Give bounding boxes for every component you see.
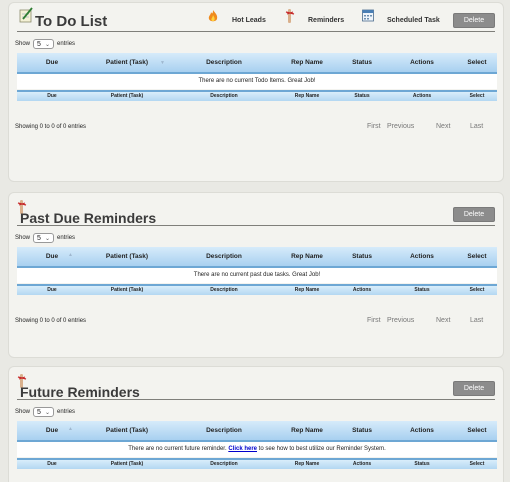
column-header-status[interactable]: Status	[337, 53, 387, 72]
chevron-down-icon: ⌄	[44, 409, 51, 416]
footer-due: Due	[47, 287, 57, 293]
column-header-patient[interactable]: Patient (Task)	[87, 53, 167, 72]
column-header-select[interactable]: Select	[457, 247, 497, 266]
column-header-select[interactable]: Select	[457, 53, 497, 72]
column-header-status[interactable]: Status	[337, 421, 387, 440]
footer-patient: Patient (Task)	[110, 93, 144, 99]
pager-previous[interactable]: Previous	[387, 317, 414, 324]
calendar-icon[interactable]	[362, 9, 374, 27]
empty-table-message: There are no current Todo Items. Great J…	[17, 74, 497, 89]
column-header-due[interactable]: Due	[17, 247, 87, 266]
notepad-pencil-icon	[19, 7, 33, 28]
sort-asc-icon: ▲	[68, 252, 73, 258]
entries-label: entries	[57, 235, 76, 241]
column-header-rep-name[interactable]: Rep Name	[272, 421, 342, 440]
column-header-patient[interactable]: Patient (Task)	[87, 247, 167, 266]
empty-table-message: There are no current future reminder. Cl…	[17, 442, 497, 457]
footer-status: Status	[414, 287, 430, 293]
sort-asc-icon: ▲	[68, 426, 73, 432]
table-info: Showing 0 to 0 of 0 entries	[15, 318, 87, 324]
footer-rep-name: Rep Name	[294, 287, 320, 293]
fire-icon[interactable]	[207, 9, 219, 28]
footer-description: Description	[210, 93, 238, 99]
footer-due: Due	[47, 93, 57, 99]
delete-button[interactable]: Delete	[453, 13, 495, 28]
footer-status: Status	[354, 93, 370, 99]
pager-previous[interactable]: Previous	[387, 123, 414, 130]
pager-last[interactable]: Last	[470, 123, 483, 130]
pager-first[interactable]: First	[367, 317, 381, 324]
footer-description: Description	[210, 461, 238, 467]
column-header-rep-name[interactable]: Rep Name	[272, 247, 342, 266]
column-header-description[interactable]: Description	[179, 247, 269, 266]
empty-table-message: There are no current past due tasks. Gre…	[17, 268, 497, 283]
divider	[17, 399, 495, 400]
section-title: Future Reminders	[20, 384, 140, 400]
section-title: Past Due Reminders	[20, 210, 157, 226]
entries-select[interactable]: 5 ⌄	[33, 407, 55, 417]
entries-length-control: Show 5 ⌄ entries	[15, 39, 75, 49]
footer-select: Select	[469, 93, 485, 99]
divider	[17, 225, 495, 226]
sort-desc-icon: ▼	[160, 60, 165, 66]
page-title: To Do List	[35, 13, 108, 30]
footer-patient: Patient (Task)	[110, 287, 144, 293]
footer-rep-name: Rep Name	[294, 461, 320, 467]
reminder-help-link[interactable]: Click here	[228, 446, 257, 452]
table-footer: Due Patient (Task) Description Rep Name …	[17, 284, 497, 295]
column-header-description[interactable]: Description	[179, 421, 269, 440]
table-info: Showing 0 to 0 of 0 entries	[15, 124, 87, 130]
footer-status: Status	[414, 461, 430, 467]
delete-button[interactable]: Delete	[453, 207, 495, 222]
footer-select: Select	[469, 287, 485, 293]
column-header-due[interactable]: Due	[17, 421, 87, 440]
column-header-actions[interactable]: Actions	[392, 53, 452, 72]
table-footer: Due Patient (Task) Description Rep Name …	[17, 90, 497, 101]
table-header: Due ▲ Patient (Task) Description Rep Nam…	[17, 247, 497, 268]
column-header-status[interactable]: Status	[337, 247, 387, 266]
entries-length-control: Show 5 ⌄ entries	[15, 233, 75, 243]
column-header-description[interactable]: Description	[179, 53, 269, 72]
footer-patient: Patient (Task)	[110, 461, 144, 467]
divider	[17, 31, 495, 32]
entries-label: entries	[57, 409, 76, 415]
entries-length-control: Show 5 ⌄ entries	[15, 407, 75, 417]
show-label: Show	[15, 409, 31, 415]
footer-actions: Actions	[352, 287, 372, 293]
show-label: Show	[15, 41, 31, 47]
chevron-down-icon: ⌄	[44, 235, 51, 242]
column-header-actions[interactable]: Actions	[392, 247, 452, 266]
entries-label: entries	[57, 41, 76, 47]
scheduled-task-link[interactable]: Scheduled Task	[387, 17, 440, 24]
footer-select: Select	[469, 461, 485, 467]
footer-actions: Actions	[412, 93, 432, 99]
table-header: Due ▲ Patient (Task) Description Rep Nam…	[17, 421, 497, 442]
pager-next[interactable]: Next	[436, 317, 450, 324]
show-label: Show	[15, 235, 31, 241]
column-header-rep-name[interactable]: Rep Name	[272, 53, 342, 72]
column-header-due[interactable]: Due	[17, 53, 87, 72]
footer-due: Due	[47, 461, 57, 467]
pager-first[interactable]: First	[367, 123, 381, 130]
column-header-select[interactable]: Select	[457, 421, 497, 440]
chevron-down-icon: ⌄	[44, 41, 51, 48]
footer-rep-name: Rep Name	[294, 93, 320, 99]
past-due-panel: Past Due Reminders Delete Show 5 ⌄ entrie…	[8, 192, 504, 358]
reminder-string-finger-icon[interactable]	[284, 8, 296, 29]
delete-button[interactable]: Delete	[453, 381, 495, 396]
table-header: Due Patient (Task) ▼ Description Rep Nam…	[17, 53, 497, 74]
column-header-patient[interactable]: Patient (Task)	[87, 421, 167, 440]
entries-select[interactable]: 5 ⌄	[33, 233, 55, 243]
entries-select[interactable]: 5 ⌄	[33, 39, 55, 49]
hot-leads-link[interactable]: Hot Leads	[232, 17, 266, 24]
footer-description: Description	[210, 287, 238, 293]
future-panel: Future Reminders Delete Show 5 ⌄ entries …	[8, 366, 504, 482]
footer-actions: Actions	[352, 461, 372, 467]
pager-last[interactable]: Last	[470, 317, 483, 324]
table-footer: Due Patient (Task) Description Rep Name …	[17, 458, 497, 469]
todo-panel: To Do List Hot Leads Reminders Scheduled…	[8, 2, 504, 182]
pager-next[interactable]: Next	[436, 123, 450, 130]
reminders-link[interactable]: Reminders	[308, 17, 344, 24]
column-header-actions[interactable]: Actions	[392, 421, 452, 440]
